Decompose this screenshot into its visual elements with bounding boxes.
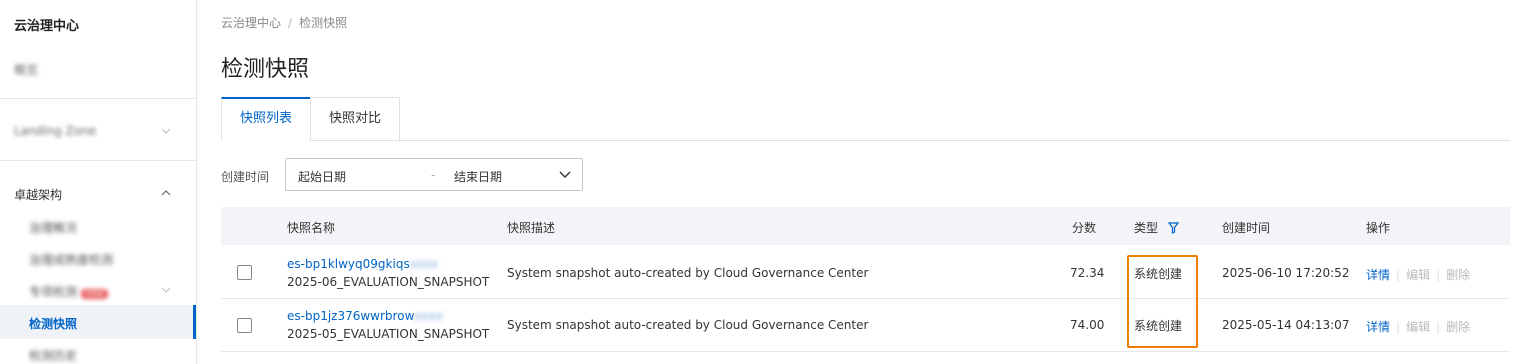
table-header: 快照名称 快照描述 分数 类型 创建时间 操作 <box>221 207 1510 245</box>
breadcrumb-root[interactable]: 云治理中心 <box>221 16 281 30</box>
tab-divider <box>221 140 1510 141</box>
snapshot-description: System snapshot auto-created by Cloud Go… <box>507 318 869 332</box>
breadcrumb-separator: / <box>288 16 293 30</box>
column-header-ops: 操作 <box>1366 221 1391 235</box>
sidebar-item-governance-overview[interactable]: 治理概况 <box>29 219 77 236</box>
row-checkbox[interactable] <box>237 318 252 333</box>
tab-snapshot-compare[interactable]: 快照对比 <box>310 97 400 141</box>
breadcrumb-current: 检测快照 <box>299 16 348 30</box>
sidebar-item-snapshots[interactable]: 检测快照 <box>29 315 77 332</box>
delete-link[interactable]: 删除 <box>1446 320 1470 334</box>
sidebar-section-well-architected[interactable]: 卓越架构 <box>14 186 62 203</box>
column-header-score: 分数 <box>1072 221 1097 235</box>
sidebar-item-special-check[interactable]: 专项检测 new <box>29 283 108 300</box>
action-separator: | <box>1396 268 1401 282</box>
date-separator: - <box>431 168 436 182</box>
tab-snapshot-list[interactable]: 快照列表 <box>221 97 311 141</box>
snapshot-id[interactable]: es-bp1jz376wwrbrow <box>287 309 414 323</box>
sidebar-item-overview[interactable]: 概览 <box>14 61 38 78</box>
column-header-name: 快照名称 <box>287 221 336 235</box>
end-date-input[interactable]: 结束日期 <box>454 168 502 185</box>
row-actions: 详情 | 编辑 | 删除 <box>1366 318 1470 335</box>
page-title: 检测快照 <box>221 57 310 82</box>
sidebar-item-history[interactable]: 检测历史 <box>29 347 77 364</box>
snapshot-id-link[interactable]: es-bp1klwyq09gkiqsxxxx <box>287 257 438 271</box>
action-separator: | <box>1396 320 1401 334</box>
row-checkbox[interactable] <box>237 265 252 280</box>
row-actions: 详情 | 编辑 | 删除 <box>1366 266 1470 283</box>
edit-link[interactable]: 编辑 <box>1406 320 1430 334</box>
chevron-down-icon[interactable] <box>558 169 572 181</box>
new-badge: new <box>81 289 108 299</box>
chevron-down-icon[interactable] <box>160 284 172 296</box>
snapshot-score: 74.00 <box>1070 318 1105 332</box>
snapshot-name: 2025-05_EVALUATION_SNAPSHOT <box>287 327 490 341</box>
sidebar-divider <box>0 160 197 161</box>
detail-link[interactable]: 详情 <box>1366 268 1390 282</box>
snapshot-id-redacted: xxxx <box>414 309 443 323</box>
filter-label: 创建时间 <box>221 170 270 184</box>
column-header-type-label: 类型 <box>1134 221 1159 235</box>
start-date-input[interactable]: 起始日期 <box>298 168 346 185</box>
breadcrumb: 云治理中心 / 检测快照 <box>221 14 347 31</box>
delete-link[interactable]: 删除 <box>1446 268 1470 282</box>
snapshot-type: 系统创建 <box>1134 267 1183 281</box>
sidebar-divider <box>0 98 197 99</box>
snapshot-name: 2025-06_EVALUATION_SNAPSHOT <box>287 275 490 289</box>
detail-link[interactable]: 详情 <box>1366 320 1390 334</box>
snapshot-id-redacted: xxxx <box>409 257 439 271</box>
chevron-up-icon[interactable] <box>160 187 172 199</box>
column-header-desc: 快照描述 <box>507 221 556 235</box>
snapshot-id-link[interactable]: es-bp1jz376wwrbrowxxxx <box>287 309 443 323</box>
snapshot-description: System snapshot auto-created by Cloud Go… <box>507 266 869 280</box>
action-separator: | <box>1436 268 1441 282</box>
edit-link[interactable]: 编辑 <box>1406 268 1430 282</box>
filter-icon[interactable] <box>1167 222 1180 234</box>
column-header-type: 类型 <box>1134 219 1180 236</box>
action-separator: | <box>1436 320 1441 334</box>
column-header-created: 创建时间 <box>1222 221 1271 235</box>
snapshot-id[interactable]: es-bp1klwyq09gkiqs <box>287 257 410 271</box>
snapshot-created-time: 2025-06-10 17:20:52 <box>1222 266 1350 280</box>
snapshot-score: 72.34 <box>1070 266 1105 280</box>
sidebar-item-landing-zone[interactable]: Landing Zone <box>14 124 96 138</box>
sidebar-item-label: 专项检测 <box>29 285 78 299</box>
date-range-picker[interactable]: 起始日期 - 结束日期 <box>285 158 583 191</box>
snapshot-created-time: 2025-05-14 04:13:07 <box>1222 318 1350 332</box>
chevron-down-icon[interactable] <box>160 125 172 137</box>
table-row: es-bp1klwyq09gkiqsxxxx 2025-06_EVALUATIO… <box>221 246 1510 299</box>
sidebar-title: 云治理中心 <box>14 19 80 34</box>
table-row: es-bp1jz376wwrbrowxxxx 2025-05_EVALUATIO… <box>221 299 1510 352</box>
sidebar-item-maturity-check[interactable]: 治理成熟度检测 <box>29 251 113 268</box>
sidebar: 云治理中心 概览 Landing Zone 卓越架构 治理概况 治理成熟度检测 … <box>0 0 197 364</box>
snapshot-type: 系统创建 <box>1134 319 1183 333</box>
